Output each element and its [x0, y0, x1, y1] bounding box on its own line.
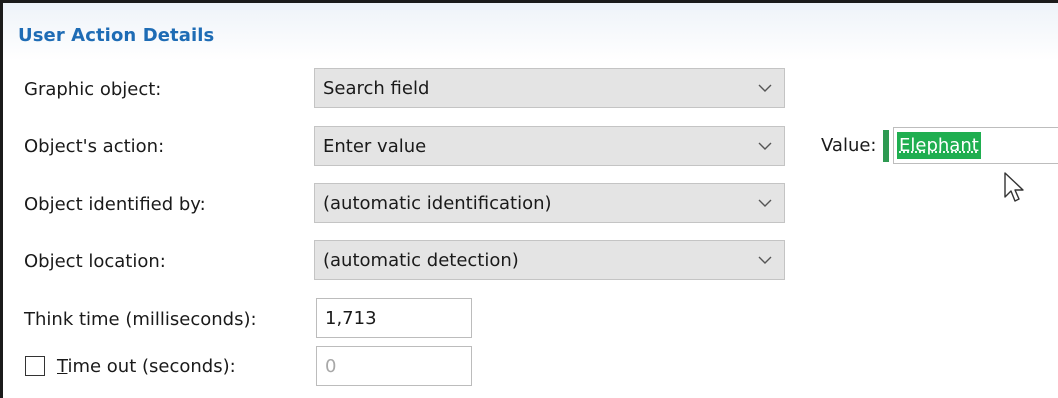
- focus-indicator: [883, 130, 889, 162]
- section-title: User Action Details: [18, 25, 215, 46]
- identified-by-label: Object identified by:: [24, 194, 206, 215]
- time-out-value: 0: [325, 356, 337, 377]
- think-time-value: 1,713: [325, 308, 377, 329]
- value-input[interactable]: Elephant: [893, 127, 1058, 164]
- chevron-down-icon: [758, 199, 772, 207]
- location-value: (automatic detection): [323, 250, 519, 271]
- identified-by-value: (automatic identification): [323, 193, 552, 214]
- think-time-label: Think time (milliseconds):: [24, 309, 257, 330]
- value-label: Value:: [821, 135, 877, 156]
- objects-action-value: Enter value: [323, 136, 427, 157]
- mouse-pointer-icon: [1004, 172, 1024, 202]
- location-label: Object location:: [24, 251, 166, 272]
- time-out-label-rest: ime out (seconds):: [67, 356, 236, 377]
- value-input-selected-text: Elephant: [897, 132, 981, 159]
- chevron-down-icon: [758, 256, 772, 264]
- graphic-object-value: Search field: [323, 78, 430, 99]
- user-action-details-panel: User Action Details Graphic object: Sear…: [0, 0, 1058, 398]
- identified-by-combo[interactable]: (automatic identification): [314, 183, 785, 223]
- time-out-input[interactable]: 0: [316, 346, 472, 386]
- section-header: User Action Details: [3, 3, 1058, 61]
- location-combo[interactable]: (automatic detection): [314, 240, 785, 280]
- time-out-checkbox[interactable]: [25, 356, 45, 376]
- objects-action-label: Object's action:: [24, 136, 165, 157]
- time-out-label: Time out (seconds):: [57, 356, 236, 377]
- chevron-down-icon: [758, 142, 772, 150]
- time-out-mnemonic: T: [57, 356, 68, 377]
- graphic-object-combo[interactable]: Search field: [314, 68, 785, 108]
- think-time-input[interactable]: 1,713: [316, 298, 472, 338]
- chevron-down-icon: [758, 84, 772, 92]
- objects-action-combo[interactable]: Enter value: [314, 126, 785, 166]
- graphic-object-label: Graphic object:: [24, 79, 162, 100]
